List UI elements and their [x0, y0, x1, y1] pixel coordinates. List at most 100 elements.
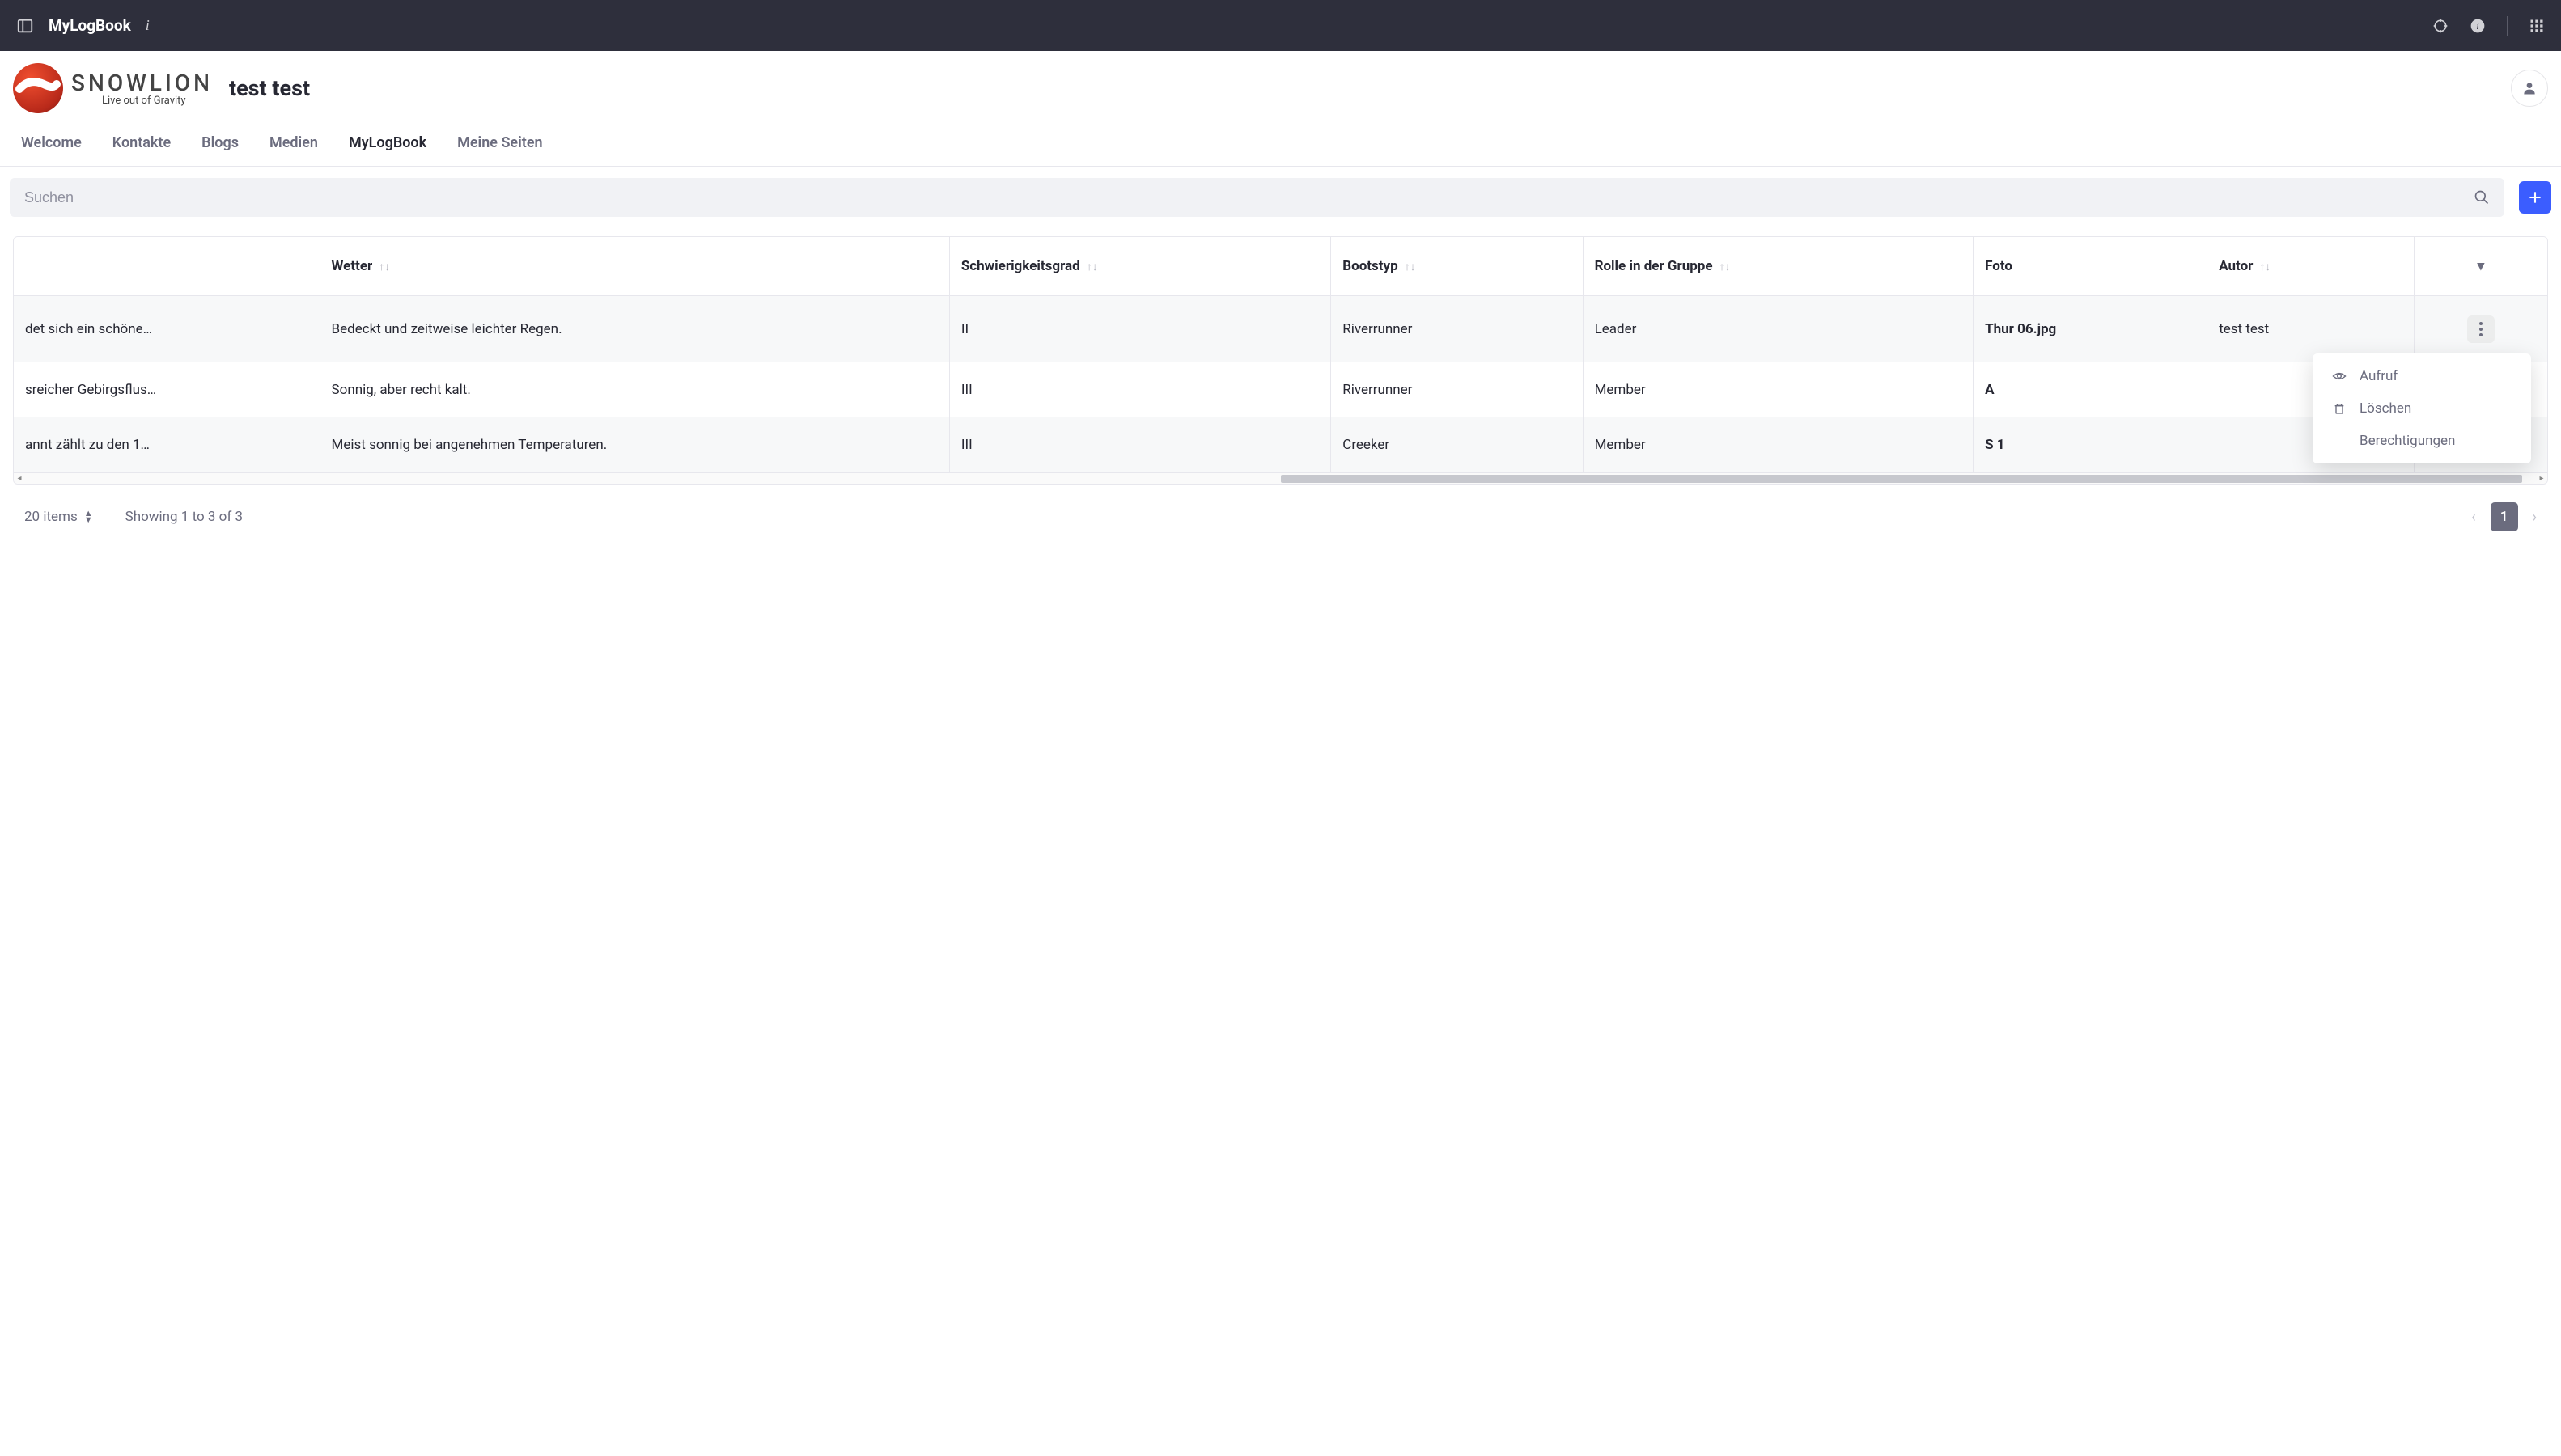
topbar-title: MyLogBook — [49, 16, 131, 35]
col-wetter-label: Wetter — [332, 258, 373, 274]
scroll-right-icon[interactable]: ▸ — [2536, 474, 2547, 483]
items-per-page-label: 20 items — [24, 509, 78, 525]
cell-bootstyp: Creeker — [1331, 417, 1583, 472]
ctx-view-label: Aufruf — [2360, 368, 2398, 384]
search-icon[interactable] — [2474, 189, 2490, 206]
brand-name: SNOWLION — [71, 70, 213, 96]
table-row[interactable]: det sich ein schöne… Bedeckt und zeitwei… — [14, 296, 2547, 363]
table-footer: 20 items ▲▼ Showing 1 to 3 of 3 ‹ 1 › — [0, 485, 2561, 549]
page-current[interactable]: 1 — [2491, 502, 2518, 531]
cell-foto[interactable]: Thur 06.jpg — [1974, 296, 2207, 363]
cell-rolle: Member — [1583, 417, 1974, 472]
cell-rolle: Leader — [1583, 296, 1974, 363]
user-avatar-button[interactable] — [2511, 70, 2548, 107]
col-autor-label: Autor — [2219, 258, 2253, 274]
nav-welcome[interactable]: Welcome — [21, 134, 82, 151]
target-icon[interactable] — [2432, 18, 2449, 34]
cell-schwierigkeit: III — [949, 362, 1330, 417]
col-autor[interactable]: Autor ↑↓ — [2207, 237, 2415, 296]
brand-tagline: Live out of Gravity — [102, 95, 213, 107]
page-title: test test — [229, 75, 310, 101]
cell-foto[interactable]: S 1 — [1974, 417, 2207, 472]
page-prev-button[interactable]: ‹ — [2471, 509, 2475, 526]
col-actions[interactable]: ▾ — [2414, 237, 2547, 296]
nav-meine-seiten[interactable]: Meine Seiten — [457, 134, 542, 151]
logo-disc-icon — [13, 63, 63, 113]
sort-icon: ↑↓ — [1087, 260, 1098, 273]
eye-icon — [2332, 369, 2347, 383]
footer-right: ‹ 1 › — [2471, 502, 2537, 531]
sort-icon: ↑↓ — [1405, 260, 1416, 273]
col-bootstyp[interactable]: Bootstyp ↑↓ — [1331, 237, 1583, 296]
cell-rolle: Member — [1583, 362, 1974, 417]
brand-left: SNOWLION Live out of Gravity test test — [13, 63, 310, 113]
col-foto[interactable]: Foto — [1974, 237, 2207, 296]
ctx-delete[interactable]: Löschen — [2313, 392, 2531, 425]
col-blank[interactable] — [14, 237, 320, 296]
scroll-thumb[interactable] — [1281, 475, 2522, 483]
horizontal-scrollbar[interactable]: ◂ ▸ — [14, 472, 2547, 484]
add-button[interactable] — [2519, 181, 2551, 214]
row-context-menu: Aufruf Löschen Berechtigungen — [2313, 353, 2531, 463]
ctx-view[interactable]: Aufruf — [2313, 360, 2531, 392]
scroll-left-icon[interactable]: ◂ — [14, 474, 25, 483]
col-bootstyp-label: Bootstyp — [1342, 258, 1397, 274]
cell-desc: annt zählt zu den 1… — [14, 417, 320, 472]
svg-text:i: i — [2476, 21, 2478, 32]
table-header-row: Wetter ↑↓ Schwierigkeitsgrad ↑↓ Bootstyp ↑↓… — [14, 237, 2547, 296]
ctx-permissions-label: Berechtigungen — [2360, 433, 2455, 449]
apps-grid-icon[interactable] — [2529, 18, 2545, 34]
info-icon[interactable]: i — [146, 17, 150, 34]
row-actions-button[interactable] — [2467, 315, 2495, 343]
ctx-delete-label: Löschen — [2360, 400, 2411, 417]
brand-header: SNOWLION Live out of Gravity test test — [0, 51, 2561, 121]
sort-icon: ↑↓ — [2259, 260, 2271, 273]
chevron-down-icon: ▾ — [2478, 258, 2485, 274]
topbar-right: i — [2432, 16, 2545, 36]
cell-autor: test test — [2207, 296, 2415, 363]
topbar-separator — [2507, 16, 2508, 36]
nav-medien[interactable]: Medien — [269, 134, 318, 151]
sort-icon: ↑↓ — [379, 260, 390, 273]
cell-wetter: Sonnig, aber recht kalt. — [320, 362, 949, 417]
toolbar — [0, 167, 2561, 228]
sort-icon: ↑↓ — [1719, 260, 1731, 273]
footer-left: 20 items ▲▼ Showing 1 to 3 of 3 — [24, 509, 243, 525]
col-wetter[interactable]: Wetter ↑↓ — [320, 237, 949, 296]
col-rolle[interactable]: Rolle in der Gruppe ↑↓ — [1583, 237, 1974, 296]
table-row[interactable]: annt zählt zu den 1… Meist sonnig bei an… — [14, 417, 2547, 472]
topbar-left: MyLogBook i — [16, 16, 150, 35]
col-schwierigkeitsgrad[interactable]: Schwierigkeitsgrad ↑↓ — [949, 237, 1330, 296]
cell-schwierigkeit: II — [949, 296, 1330, 363]
page-next-button[interactable]: › — [2533, 509, 2537, 526]
logo-text: SNOWLION Live out of Gravity — [71, 70, 213, 107]
search-input[interactable] — [24, 189, 2474, 206]
col-schwierigkeit-label: Schwierigkeitsgrad — [961, 258, 1080, 274]
info-solid-icon[interactable]: i — [2470, 18, 2486, 34]
logo[interactable]: SNOWLION Live out of Gravity — [13, 63, 213, 113]
updown-icon: ▲▼ — [84, 510, 93, 523]
nav-mylogbook[interactable]: MyLogBook — [349, 134, 426, 151]
search-box[interactable] — [10, 178, 2504, 217]
col-foto-label: Foto — [1985, 258, 2012, 274]
cell-bootstyp: Riverrunner — [1331, 362, 1583, 417]
main-nav: Welcome Kontakte Blogs Medien MyLogBook … — [0, 121, 2561, 167]
cell-foto[interactable]: A — [1974, 362, 2207, 417]
cell-wetter: Meist sonnig bei angenehmen Temperaturen… — [320, 417, 949, 472]
cell-schwierigkeit: III — [949, 417, 1330, 472]
cell-desc: sreicher Gebirgsflus… — [14, 362, 320, 417]
col-rolle-label: Rolle in der Gruppe — [1595, 258, 1713, 274]
showing-label: Showing 1 to 3 of 3 — [125, 509, 243, 525]
trash-icon — [2332, 402, 2347, 415]
nav-kontakte[interactable]: Kontakte — [112, 134, 171, 151]
cell-bootstyp: Riverrunner — [1331, 296, 1583, 363]
nav-blogs[interactable]: Blogs — [201, 134, 239, 151]
ctx-permissions[interactable]: Berechtigungen — [2313, 425, 2531, 457]
items-per-page-select[interactable]: 20 items ▲▼ — [24, 509, 93, 525]
panel-toggle-icon[interactable] — [16, 17, 34, 35]
data-table: Wetter ↑↓ Schwierigkeitsgrad ↑↓ Bootstyp ↑↓… — [13, 236, 2548, 485]
table-row[interactable]: sreicher Gebirgsflus… Sonnig, aber recht… — [14, 362, 2547, 417]
cell-desc: det sich ein schöne… — [14, 296, 320, 363]
topbar: MyLogBook i i — [0, 0, 2561, 51]
cell-wetter: Bedeckt und zeitweise leichter Regen. — [320, 296, 949, 363]
